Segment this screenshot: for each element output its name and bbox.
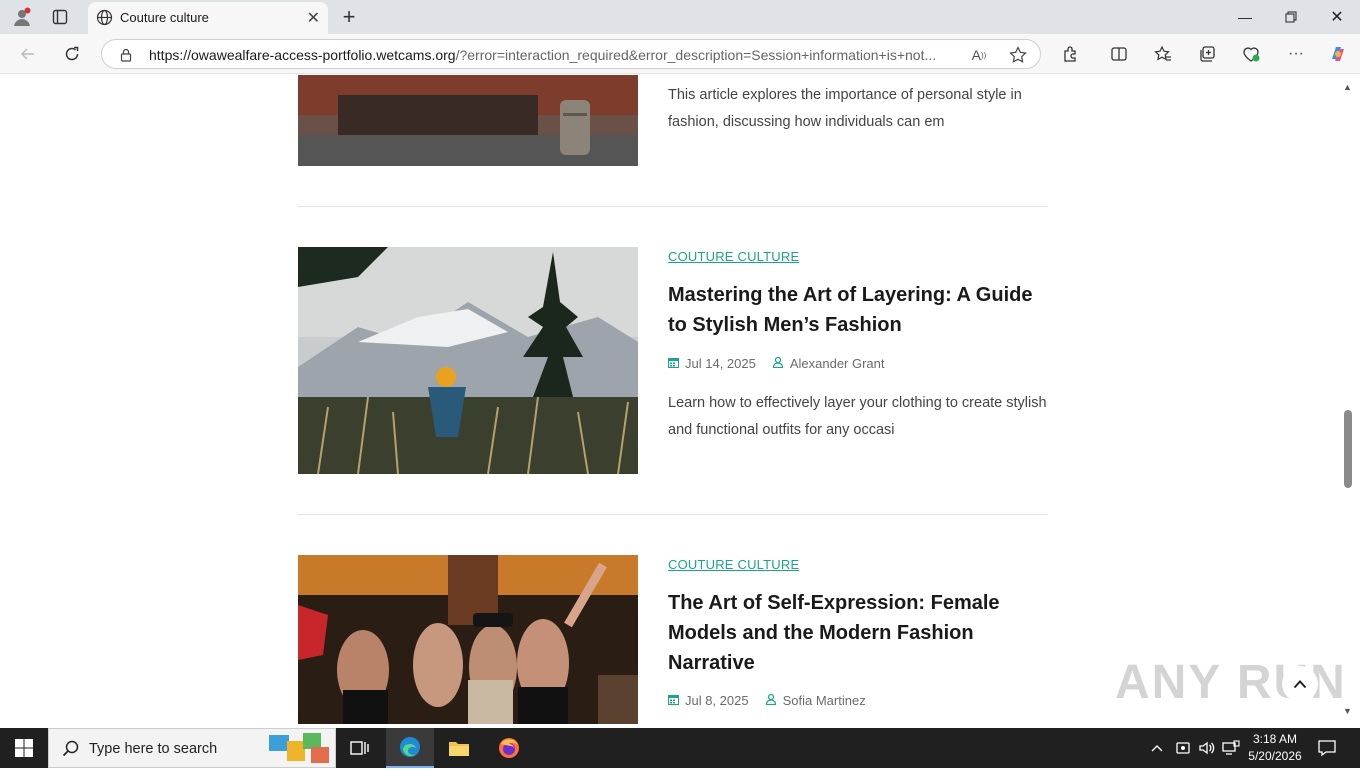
article-excerpt: This article explores the importance of … — [668, 87, 1022, 130]
page-content: This article explores the importance of … — [4, 75, 1342, 724]
calendar-icon — [668, 357, 679, 371]
article-category-link[interactable]: COUTURE CULTURE — [668, 557, 799, 572]
article-excerpt: Learn how to effectively layer your clot… — [668, 395, 1047, 438]
tab-title: Couture culture — [120, 10, 209, 25]
search-placeholder: Type here to search — [89, 741, 218, 757]
browser-titlebar: Couture culture ✕ + — ✕ — [0, 0, 1360, 34]
minimize-button[interactable]: — — [1222, 0, 1268, 34]
more-options-icon[interactable]: ··· — [1282, 40, 1310, 68]
task-view-icon[interactable] — [336, 728, 384, 768]
taskbar-search-box[interactable]: Type here to search — [48, 728, 336, 768]
scroll-up-arrow-icon[interactable]: ▲ — [1343, 82, 1352, 92]
article-thumbnail[interactable] — [298, 75, 638, 166]
tab-couture-culture[interactable]: Couture culture ✕ — [88, 2, 328, 34]
favorites-icon[interactable] — [1149, 40, 1177, 68]
extensions-icon[interactable] — [1057, 40, 1085, 68]
globe-icon — [96, 9, 113, 31]
close-tab-icon[interactable]: ✕ — [307, 8, 320, 28]
chevron-up-icon[interactable] — [1150, 728, 1164, 768]
edge-taskbar-icon[interactable] — [386, 728, 434, 768]
file-explorer-icon[interactable] — [435, 728, 483, 768]
article-author[interactable]: Sofia Martinez — [783, 693, 866, 708]
article-category-link[interactable]: COUTURE CULTURE — [668, 249, 799, 264]
article-author[interactable]: Alexander Grant — [790, 356, 885, 371]
url-text[interactable]: https://owawealfare-access-portfolio.wet… — [149, 47, 949, 63]
collections-icon[interactable] — [1193, 40, 1221, 68]
user-icon — [772, 356, 784, 371]
vertical-scrollbar[interactable] — [1342, 75, 1360, 724]
article-title[interactable]: The Art of Self-Expression: Female Model… — [668, 588, 1053, 678]
scroll-down-arrow-icon[interactable]: ▼ — [1343, 706, 1352, 716]
article-date: Jul 8, 2025 — [685, 693, 749, 708]
new-tab-button[interactable]: + — [336, 4, 362, 30]
back-button[interactable] — [14, 40, 42, 68]
split-screen-icon[interactable] — [1105, 40, 1133, 68]
copilot-icon[interactable] — [1324, 40, 1352, 68]
clock-time: 3:18 AM — [1252, 732, 1298, 746]
windows-taskbar: Type here to search 3:18 AM 5/20/2026 — [0, 728, 1360, 768]
profile-icon[interactable] — [10, 5, 34, 29]
article-divider — [298, 206, 1048, 207]
article-title[interactable]: Mastering the Art of Layering: A Guide t… — [668, 280, 1053, 340]
read-aloud-icon[interactable]: A)) — [968, 44, 990, 66]
taskbar-clock[interactable]: 3:18 AM 5/20/2026 — [1244, 731, 1306, 765]
address-bar[interactable]: https://owawealfare-access-portfolio.wet… — [101, 39, 1041, 69]
tab-actions-icon[interactable] — [48, 5, 72, 29]
close-window-button[interactable]: ✕ — [1314, 0, 1360, 34]
notifications-icon[interactable] — [1318, 728, 1336, 768]
article-meta: Jul 8, 2025 Sofia Martinez — [668, 693, 866, 708]
article-thumbnail[interactable] — [298, 247, 638, 474]
scroll-to-top-button[interactable] — [1282, 666, 1318, 702]
volume-icon[interactable] — [1198, 728, 1216, 768]
clock-date: 5/20/2026 — [1248, 749, 1302, 763]
calendar-icon — [668, 694, 679, 708]
windows-start-button[interactable] — [0, 728, 48, 768]
puzzle-highlight-icon — [267, 731, 331, 770]
article-thumbnail[interactable] — [298, 555, 638, 724]
article-divider — [298, 514, 1048, 515]
restore-button[interactable] — [1268, 0, 1314, 34]
firefox-icon[interactable] — [485, 728, 533, 768]
browser-essentials-icon[interactable] — [1237, 40, 1265, 68]
lock-icon[interactable] — [115, 44, 137, 66]
scrollbar-thumb[interactable] — [1344, 410, 1352, 488]
user-icon — [765, 693, 777, 708]
network-icon[interactable] — [1222, 728, 1240, 768]
network-drive-icon[interactable] — [1175, 728, 1191, 768]
article-meta: Jul 14, 2025 Alexander Grant — [668, 356, 885, 371]
article-date: Jul 14, 2025 — [685, 356, 756, 371]
search-icon — [62, 740, 79, 762]
browser-toolbar: https://owawealfare-access-portfolio.wet… — [0, 34, 1360, 74]
favorite-star-icon[interactable] — [1007, 44, 1029, 66]
refresh-button[interactable] — [58, 40, 86, 68]
